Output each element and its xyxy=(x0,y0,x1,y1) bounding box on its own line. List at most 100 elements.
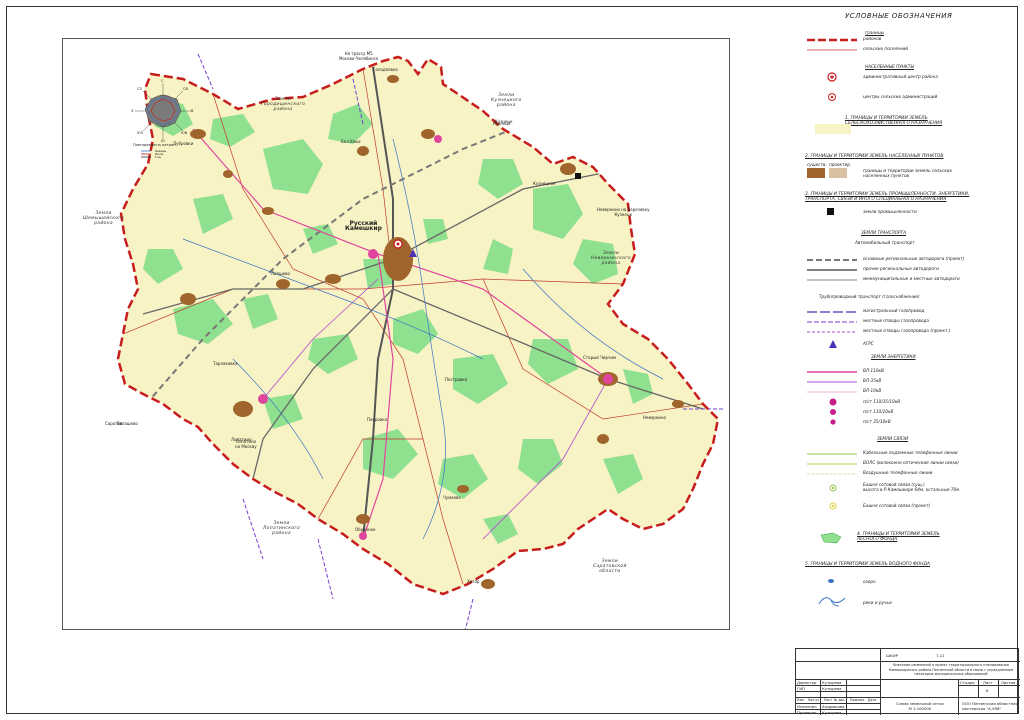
sec1-label: 1. ГРАНИЦЫ И ТЕРРИТОРИИ ЗЕМЕЛЬ СЕЛЬСКОХО… xyxy=(845,116,943,126)
tb-person: Кутырева xyxy=(822,680,842,685)
agri-swatch xyxy=(815,124,851,134)
tb-role: Проверил xyxy=(797,710,817,715)
road-main-label: основные региональные автодороги (проект… xyxy=(863,256,965,261)
tb-person: Кутырева xyxy=(822,686,842,691)
tb-head-1: Кол.уч xyxy=(808,698,820,702)
ps1-label: п/ст 110/35/10кВ xyxy=(863,399,901,404)
admin-center-legend: административный центр района xyxy=(863,74,938,79)
admin-center-label: Русский Камешкир xyxy=(345,220,382,232)
comm-heading: ЗЕМЛИ СВЯЗИ xyxy=(877,436,909,441)
sec3-label: 3. ГРАНИЦЫ И ТЕРРИТОРИИ ЗЕМЕЛЬ ПРОМЫШЛЕН… xyxy=(805,192,970,202)
tb-person: Кутырева xyxy=(822,710,842,715)
pipe-heading: Трубопроводный транспорт (газоснабжение) xyxy=(819,294,920,299)
rural-center-legend: центры сельских администраций xyxy=(863,94,938,99)
kuznetsk-sign: Кузнецк xyxy=(495,119,513,124)
tb-code: ШКИР xyxy=(886,653,898,658)
gas-main-label: магистральный газопровод xyxy=(863,308,925,313)
town-label: Хутор xyxy=(467,579,480,584)
agrs-label: АГРС xyxy=(863,341,874,346)
compass-w: З xyxy=(131,109,134,113)
tb-person: Андрюкова xyxy=(822,704,845,709)
road-other-label: прочие региональные автодороги xyxy=(863,266,939,271)
compass-se: ЮВ xyxy=(181,131,188,135)
town-label: Кузнецкое xyxy=(533,181,556,186)
compass-legend-3: Год xyxy=(155,155,161,159)
industry-label: земли промышленности xyxy=(863,209,917,214)
town-label: Старый Чирчим xyxy=(583,355,617,360)
compass-n: С xyxy=(161,79,164,83)
legend: УСЛОВНЫЕ ОБОЗНАЧЕНИЯ границы районов сел… xyxy=(805,8,1015,638)
compass-title: Повторяемость ветра xyxy=(133,143,174,147)
sec2-item-label: границы и территории земель сельских нас… xyxy=(863,168,952,178)
admin-center-mark xyxy=(393,239,403,249)
highway-sign: На трассу М5 Москва-Челябинск xyxy=(339,51,379,61)
tb-head-4: Подпись xyxy=(850,698,865,702)
tb-sheet-number: 6 xyxy=(986,688,989,693)
border-district-label: районов xyxy=(863,36,882,41)
town-label: Тарлаковка xyxy=(213,361,238,366)
vl110-label: ВЛ-110кВ xyxy=(863,368,884,373)
compass-nw: СЗ xyxy=(137,87,142,91)
fiber-label: ВОЛС (волоконно-оптические линии связи) xyxy=(863,460,959,465)
industry-swatch xyxy=(827,208,834,215)
land-label-shemysheyka: Земли Шемышейского района xyxy=(83,211,125,226)
land-label-kuznetsk: Земли Кузнецкого района xyxy=(491,93,522,108)
title-block: ШКИР 7-11 Внесение изменений в проект те… xyxy=(795,648,1020,715)
settlement-proj-swatch xyxy=(829,168,847,178)
town-label: Неверкино xyxy=(643,415,666,420)
sec2-label: 2. ГРАНИЦЫ И ТЕРРИТОРИИ ЗЕМЕЛЬ НАСЕЛЕННЫ… xyxy=(805,154,944,159)
town-label: Оброчное xyxy=(355,527,376,532)
transport-heading: ЗЕМЛИ ТРАНСПОРТА xyxy=(861,230,906,235)
town-label: Бол.Умыс xyxy=(341,139,361,144)
rivers-label: реки и ручьи xyxy=(863,600,892,605)
energy-heading: ЗЕМЛИ ЭНЕРГЕТИКИ xyxy=(871,354,916,359)
air-label: Воздушные телефонные линии xyxy=(863,470,933,475)
compass-e: В xyxy=(191,109,194,113)
proj-label: проектир. xyxy=(829,162,852,167)
settlements-heading: НАСЕЛЕННЫЕ ПУНКТЫ xyxy=(865,64,914,69)
settlement-exist-swatch xyxy=(807,168,825,178)
saratov-sign: Саратов xyxy=(105,421,123,426)
tb-head-0: Изм. xyxy=(797,698,805,702)
tb-role: Исполнил xyxy=(797,704,817,709)
road-local-label: межмуниципальные и местные автодороги xyxy=(863,276,960,281)
wind-rose: С Ю В З СВ СЗ ЮВ ЮЗ Повторяемость ветра … xyxy=(131,79,195,159)
tb-code2: 7-11 xyxy=(936,653,945,658)
town-label: Пестровка xyxy=(445,377,468,382)
tb-stage-header: Стадия xyxy=(960,680,975,685)
town-label: Чумаево xyxy=(443,495,461,500)
border-rural-label: сельских поселений xyxy=(863,46,908,51)
tb-head-5: Дата xyxy=(868,698,877,702)
borders-heading: границы xyxy=(865,30,885,35)
tower-label: Башня сотовой связи (сущ.) высота в Р.Ка… xyxy=(863,482,960,492)
legend-title: УСЛОВНЫЕ ОБОЗНАЧЕНИЯ xyxy=(845,12,953,20)
compass-sw: ЮЗ xyxy=(137,131,144,135)
auto-heading: Автомобильный транспорт xyxy=(855,240,915,245)
tb-sheets-header: Листов xyxy=(1001,680,1016,685)
tb-role: ГИП xyxy=(797,686,806,691)
tower-proj-label: Башня сотовой связи (проект) xyxy=(863,503,931,508)
gas-branch-label: местные отводы газопровода xyxy=(863,318,929,323)
tb-head-3: № док. xyxy=(834,698,846,702)
exist-label: существ. xyxy=(807,162,827,167)
tb-role: Директор xyxy=(797,680,817,685)
town-label: Покровка xyxy=(367,417,388,422)
tb-name: Схема земельной сетки М 1:100000 xyxy=(896,701,944,711)
industry-marker xyxy=(575,173,581,179)
neverkino-sign: Неверкино на Березовку Кузнецк xyxy=(597,207,650,217)
lopatino-sign: Лопатино на Москву xyxy=(235,439,257,449)
town-label: Голодяевка xyxy=(373,67,398,72)
town-label: Лапшово xyxy=(271,271,290,276)
cable-label: Кабельные подземные телефонные линии xyxy=(863,450,958,455)
land-label-saratov: Земли Саратовской области xyxy=(593,559,627,574)
sec5-label: 5. ГРАНИЦЫ И ТЕРРИТОРИИ ЗЕМЕЛЬ ВОДНОГО Ф… xyxy=(805,562,930,567)
gas-branch-proj-label: местные отводы газопровода (проект.) xyxy=(863,328,951,333)
compass-ne: СВ xyxy=(183,87,188,91)
sec4-label: 4. ГРАНИЦЫ И ТЕРРИТОРИИ ЗЕМЕЛЬ ЛЕСНОГО Ф… xyxy=(857,532,940,542)
vl35-label: ВЛ-35кВ xyxy=(863,378,882,383)
map-panel[interactable]: Земли Городищенского района Земли Кузнец… xyxy=(62,38,730,630)
ps2-label: п/ст 110/10кВ xyxy=(863,409,894,414)
tb-project: Внесение изменений в проект территориаль… xyxy=(888,663,1014,677)
land-label-gorodishche: Земли Городищенского района xyxy=(261,97,306,112)
lake-label: озеро xyxy=(863,579,876,584)
